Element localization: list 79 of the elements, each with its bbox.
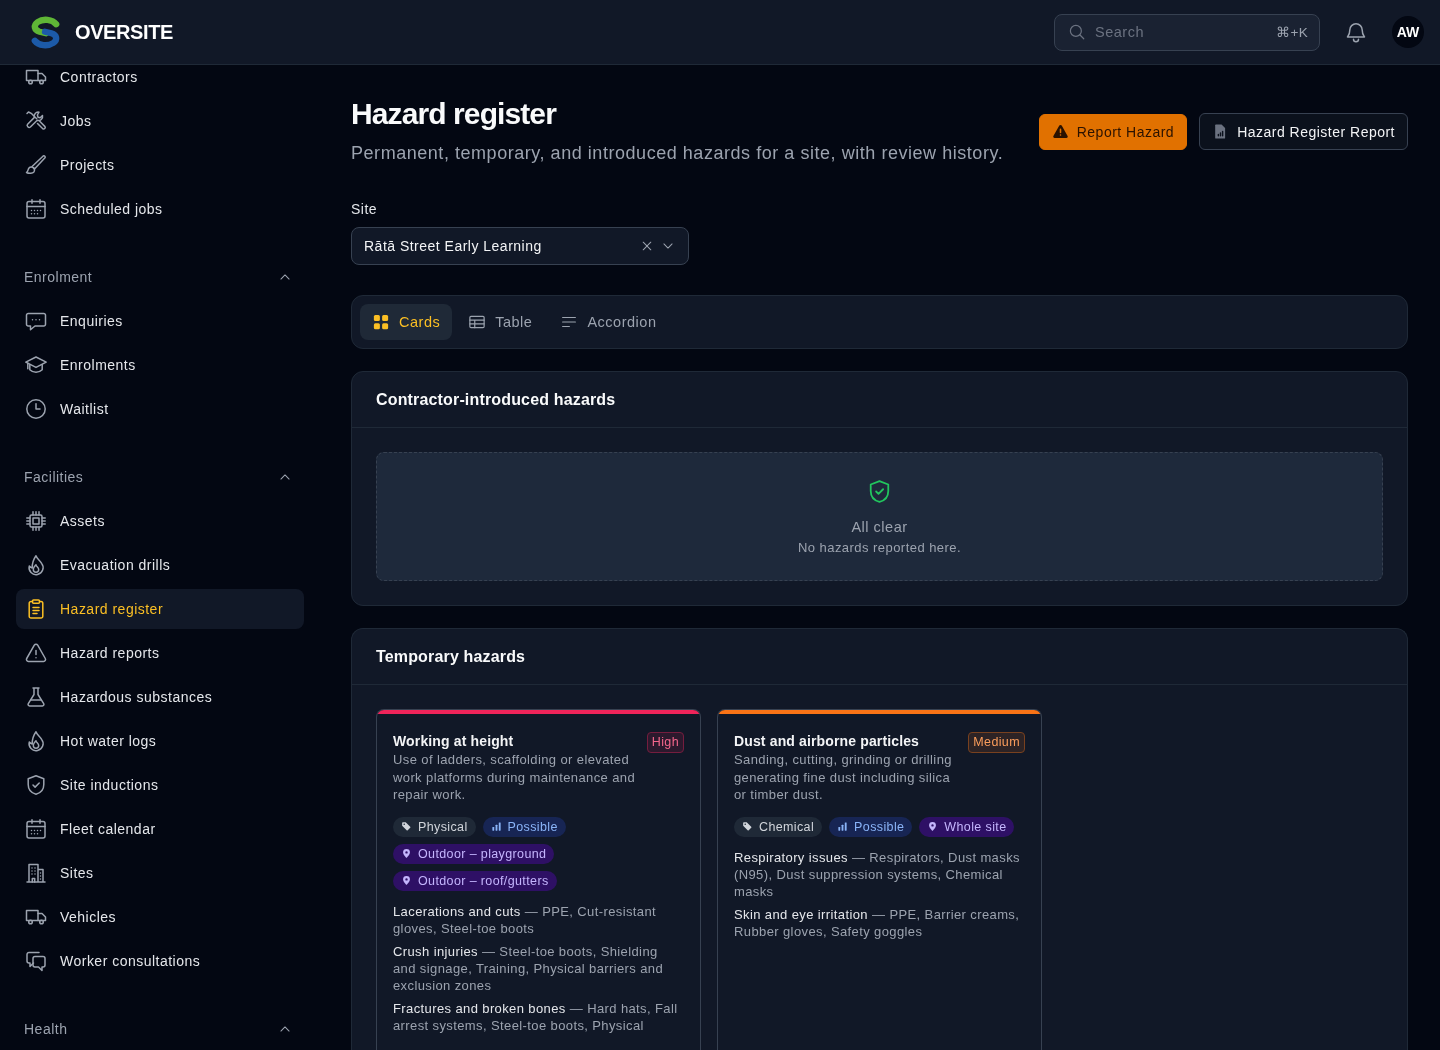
nav-group-toggle[interactable]: Facilities (16, 457, 304, 497)
consequence-text: Fractures and broken bones — Hard hats, Fall arrest systems, Steel-toe boots, Physical (393, 999, 679, 1034)
search-icon (1068, 23, 1086, 41)
shortcut-hint: ⌘+K (1276, 23, 1308, 42)
sidebar-item[interactable]: Scheduled jobs (16, 189, 304, 229)
tag-icon (401, 821, 412, 832)
sidebar-item[interactable]: Jobs (16, 101, 304, 141)
shield-check-icon (24, 773, 48, 797)
warning-icon (24, 641, 48, 665)
nav-group-toggle[interactable]: Enrolment (16, 257, 304, 297)
sidebar-item[interactable]: Waitlist (16, 389, 304, 429)
empty-state-title: All clear (851, 518, 908, 537)
warning-icon (1051, 123, 1069, 140)
sidebar-item[interactable]: Worker consultations (16, 941, 304, 981)
view-tab[interactable]: Accordion (548, 304, 669, 340)
building-icon (24, 861, 48, 885)
chat-bubbles-icon (24, 949, 48, 973)
map-pin-icon (401, 875, 412, 886)
clock-icon (24, 397, 48, 421)
calendar-icon (24, 197, 48, 221)
tag-label: Physical (418, 819, 468, 834)
sidebar-item[interactable]: Hot water logs (16, 721, 304, 761)
page-title: Hazard register (351, 96, 558, 132)
hazard-title: Dust and airborne particles (734, 732, 921, 751)
nav-group-toggle[interactable]: Health (16, 1009, 304, 1049)
tag-label: Possible (854, 819, 905, 834)
sidebar-item[interactable]: Hazard register (16, 589, 304, 629)
severity-badge: Medium (968, 732, 1025, 753)
section-title: Contractor-introduced hazards (376, 390, 617, 410)
hazard-description: Sanding, cutting, grinding or drilling generating fine dust including silica or timber dust. (734, 751, 953, 804)
section-title: Temporary hazards (376, 647, 527, 667)
sidebar-item[interactable]: Enquiries (16, 301, 304, 341)
grid-icon (372, 313, 390, 331)
sidebar-item[interactable]: Enrolments (16, 345, 304, 385)
sidebar-item[interactable]: Vehicles (16, 897, 304, 937)
table-icon (468, 313, 487, 331)
tag-icon (742, 821, 753, 832)
consequence-text: Respiratory issues — Respirators, Dust masks (N95), Dust suppression systems, Chemical masks (734, 848, 1021, 900)
brand-name: OVERSITE (75, 20, 173, 44)
empty-state-message: No hazards reported here. (797, 539, 962, 557)
sidebar-item[interactable]: Fleet calendar (16, 809, 304, 849)
notification-bell-icon[interactable] (1344, 20, 1368, 44)
consequence-text: Lacerations and cuts — PPE, Cut-resistant gloves, Steel-toe boots (393, 902, 658, 937)
user-avatar[interactable]: AW (1392, 16, 1424, 48)
tag-label: Chemical (759, 819, 815, 834)
sidebar-item[interactable]: Evacuation drills (16, 545, 304, 585)
tag-label: Outdoor – roof/gutters (418, 873, 549, 888)
chip-icon (24, 509, 48, 533)
wrench-screwdriver-icon (24, 109, 48, 133)
sidebar-item[interactable]: Projects (16, 145, 304, 185)
map-pin-icon (927, 821, 939, 832)
tag-label: Outdoor – playground (418, 846, 547, 861)
consequence-text: Crush injuries — Steel-toe boots, Shielding and signage, Training, Physical barriers and exclusion zones (393, 942, 665, 994)
paintbrush-icon (24, 153, 48, 177)
view-tab[interactable]: Table (456, 304, 545, 340)
field-label: Site (351, 200, 379, 219)
sidebar-item[interactable]: Sites (16, 853, 304, 893)
signal-bars-icon (490, 821, 502, 832)
report-button[interactable]: Hazard Register Report (1199, 113, 1408, 150)
flask-icon (24, 685, 48, 709)
page-subtitle: Permanent, temporary, and introduced hazards for a site, with review history. (351, 142, 1004, 165)
hazard-title: Working at height (393, 732, 515, 751)
report-hazard-button[interactable]: Report Hazard (1038, 113, 1188, 150)
clear-icon[interactable] (640, 239, 654, 253)
sidebar-item[interactable]: Site inductions (16, 765, 304, 805)
severity-badge: High (646, 732, 684, 753)
view-tab[interactable]: Cards (360, 304, 453, 340)
tag-label: Whole site (944, 819, 1007, 834)
calendar-icon (24, 817, 48, 841)
sidebar-item[interactable]: Contractors (16, 65, 304, 97)
site-select[interactable]: Rātā Street Early Learning (351, 227, 689, 265)
hazard-description: Use of ladders, scaffolding or elevated work platforms during maintenance and repair work. (393, 751, 637, 804)
sidebar-item[interactable]: Assets (16, 501, 304, 541)
signal-bars-icon (837, 821, 849, 832)
sidebar-item[interactable]: Hazardous substances (16, 677, 304, 717)
consequence-text: Skin and eye irritation — PPE, Barrier creams, Rubber gloves, Safety goggles (734, 905, 1021, 940)
sidebar-item[interactable]: Hazard reports (16, 633, 304, 673)
map-pin-icon (401, 848, 412, 859)
tag-label: Possible (507, 819, 558, 834)
